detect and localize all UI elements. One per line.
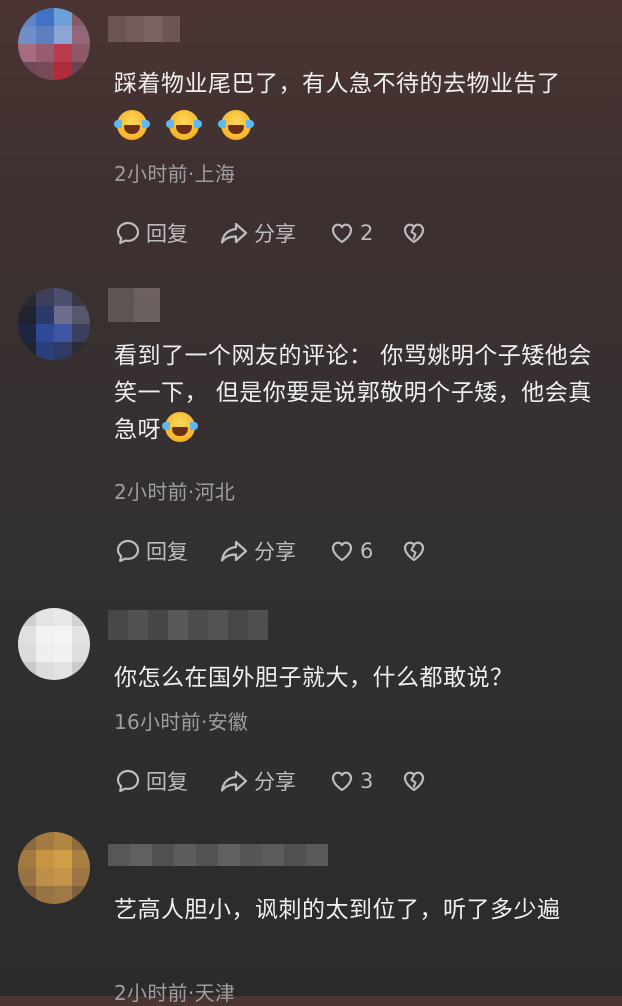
comment-meta: 2小时前·上海: [114, 162, 236, 186]
reply-icon: [116, 221, 140, 245]
reply-icon: [116, 539, 140, 563]
share-icon: [220, 770, 248, 792]
laughing-crying-emoji-icon: [166, 110, 202, 140]
reply-button[interactable]: 回复: [114, 218, 218, 248]
comment-actions: 回复 分享 6: [114, 536, 428, 566]
avatar[interactable]: [18, 832, 90, 904]
comment-text: 看到了一个网友的评论： 你骂姚明个子矮他会笑一下， 但是你要是说郭敬明个子矮，他…: [114, 338, 614, 449]
reply-button[interactable]: 回复: [114, 536, 218, 566]
like-button[interactable]: 2: [328, 219, 400, 247]
dislike-button[interactable]: [400, 537, 428, 565]
comment-meta: 2小时前·河北: [114, 480, 236, 504]
comment-meta: 16小时前·安徽: [114, 710, 249, 734]
share-icon: [220, 222, 248, 244]
emoji-row: [114, 110, 254, 140]
heart-icon: [331, 223, 353, 244]
dislike-button[interactable]: [400, 219, 428, 247]
reply-label: 回复: [146, 222, 188, 246]
share-button[interactable]: 分享: [218, 218, 328, 248]
username[interactable]: [108, 610, 268, 640]
reply-label: 回复: [146, 770, 188, 794]
avatar[interactable]: [18, 288, 90, 360]
share-label: 分享: [254, 770, 296, 794]
reply-button[interactable]: 回复: [114, 766, 218, 796]
avatar[interactable]: [18, 8, 90, 80]
like-count: 2: [360, 221, 374, 245]
username[interactable]: [108, 844, 328, 866]
comment-meta: 2小时前·天津: [114, 981, 236, 1005]
reply-label: 回复: [146, 540, 188, 564]
share-label: 分享: [254, 222, 296, 246]
laughing-crying-emoji-icon: [114, 110, 150, 140]
username[interactable]: [108, 288, 160, 322]
broken-heart-icon: [403, 541, 425, 562]
share-label: 分享: [254, 540, 296, 564]
share-button[interactable]: 分享: [218, 536, 328, 566]
laughing-crying-emoji-icon: [162, 412, 198, 442]
share-icon: [220, 540, 248, 562]
username[interactable]: [108, 16, 180, 42]
heart-icon: [331, 541, 353, 562]
avatar[interactable]: [18, 608, 90, 680]
reply-icon: [116, 769, 140, 793]
comment-actions: 回复 分享 3: [114, 766, 428, 796]
broken-heart-icon: [403, 771, 425, 792]
like-count: 3: [360, 769, 374, 793]
like-count: 6: [360, 539, 374, 563]
share-button[interactable]: 分享: [218, 766, 328, 796]
like-button[interactable]: 3: [328, 767, 400, 795]
comment-actions: 回复 分享 2: [114, 218, 428, 248]
comment-text: 你怎么在国外胆子就大，什么都敢说？: [114, 665, 514, 691]
heart-icon: [331, 771, 353, 792]
comment-text: 艺高人胆小，讽刺的太到位了，听了多少遍: [114, 897, 561, 923]
like-button[interactable]: 6: [328, 537, 400, 565]
laughing-crying-emoji-icon: [218, 110, 254, 140]
comment-text: 踩着物业尾巴了，有人急不待的去物业告了: [114, 71, 561, 97]
dislike-button[interactable]: [400, 767, 428, 795]
broken-heart-icon: [403, 223, 425, 244]
